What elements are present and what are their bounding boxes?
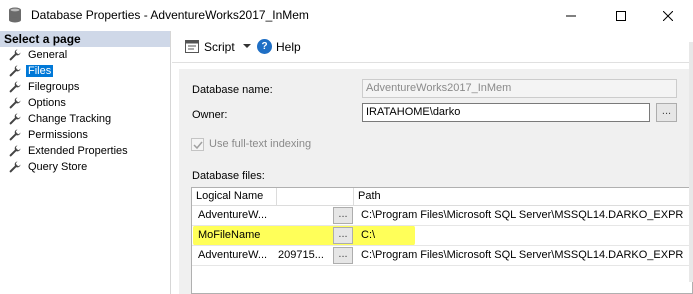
- toolbar: Script ? Help: [172, 31, 693, 63]
- title-bar: Database Properties - AdventureWorks2017…: [0, 0, 693, 31]
- sidebar-item-label: Files: [26, 65, 54, 77]
- wrench-icon: [9, 97, 21, 109]
- sidebar-item-label: Options: [28, 97, 66, 109]
- wrench-icon: [9, 113, 21, 125]
- help-button[interactable]: Help: [276, 40, 301, 54]
- logical-name-cell[interactable]: AdventureW...: [192, 246, 277, 266]
- help-icon[interactable]: ?: [257, 39, 272, 54]
- close-icon: [663, 10, 673, 21]
- sidebar-item-label: Extended Properties: [28, 145, 128, 157]
- page-list: General Files Filegroups Options Change Trac…: [0, 47, 170, 175]
- table-row[interactable]: AdventureW...... C:\Program Files\Microso…: [192, 206, 692, 226]
- size-cell[interactable]: 209715...: [272, 246, 334, 266]
- checkmark-icon: [193, 141, 203, 150]
- sidebar-item-change-tracking[interactable]: Change Tracking: [0, 111, 170, 127]
- logical-name-cell[interactable]: MoFileName: [192, 226, 277, 246]
- table-row[interactable]: MoFileName... C:\: [192, 226, 692, 246]
- window-title: Database Properties - AdventureWorks2017…: [31, 8, 309, 22]
- sidebar-item-options[interactable]: Options: [0, 95, 170, 111]
- size-cell[interactable]: [272, 206, 334, 226]
- wrench-icon: [9, 129, 21, 141]
- size-cell[interactable]: [272, 226, 334, 246]
- sidebar-item-files[interactable]: Files: [0, 63, 170, 79]
- column-header-logical-name[interactable]: Logical Name: [192, 188, 277, 206]
- path-browse-button[interactable]: ...: [333, 247, 353, 264]
- column-header-path[interactable]: Path: [354, 188, 692, 206]
- sidebar-item-permissions[interactable]: Permissions: [0, 127, 170, 143]
- wrench-icon: [9, 161, 21, 173]
- fulltext-checkbox: [191, 138, 204, 151]
- sidebar-item-label: Change Tracking: [28, 113, 112, 125]
- logical-name-cell[interactable]: AdventureW...: [192, 206, 277, 226]
- page-selector-pane: Select a page General Files Filegroups Opti…: [0, 31, 171, 294]
- sidebar-item-extended-properties[interactable]: Extended Properties: [0, 143, 170, 159]
- database-files-label: Database files:: [192, 170, 265, 182]
- path-cell[interactable]: C:\Program Files\Microsoft SQL Server\MS…: [355, 246, 692, 266]
- close-button[interactable]: [645, 0, 691, 31]
- wrench-icon: [9, 145, 21, 157]
- grid-header: Logical Name Path: [192, 188, 692, 206]
- column-header-blank[interactable]: [277, 188, 354, 206]
- minimize-button[interactable]: [548, 0, 594, 31]
- owner-browse-button[interactable]: ...: [656, 103, 677, 122]
- table-row[interactable]: AdventureW... 209715...... C:\Program File…: [192, 246, 692, 266]
- fulltext-label: Use full-text indexing: [209, 138, 312, 150]
- maximize-icon: [616, 10, 626, 21]
- select-page-header: Select a page: [0, 31, 170, 47]
- owner-label: Owner:: [192, 109, 228, 121]
- database-icon: [9, 7, 21, 23]
- sidebar-item-filegroups[interactable]: Filegroups: [0, 79, 170, 95]
- path-browse-button[interactable]: ...: [333, 227, 353, 244]
- script-button[interactable]: Script: [204, 40, 235, 54]
- sidebar-item-label: General: [28, 49, 68, 61]
- wrench-icon: [9, 81, 21, 93]
- path-cell[interactable]: C:\: [355, 226, 692, 246]
- owner-field[interactable]: IRATAHOME\darko: [362, 103, 650, 122]
- sidebar-item-label: Query Store: [28, 161, 88, 173]
- scrollbar[interactable]: [689, 42, 693, 282]
- sidebar-item-query-store[interactable]: Query Store: [0, 159, 170, 175]
- minimize-icon: [566, 15, 576, 16]
- sidebar-item-general[interactable]: General: [0, 47, 170, 63]
- path-cell[interactable]: C:\Program Files\Microsoft SQL Server\MS…: [355, 206, 692, 226]
- sidebar-item-label: Permissions: [28, 129, 88, 141]
- sidebar-item-label: Filegroups: [28, 81, 80, 93]
- wrench-icon: [9, 65, 21, 77]
- wrench-icon: [9, 49, 21, 61]
- maximize-button[interactable]: [598, 0, 644, 31]
- database-name-field: AdventureWorks2017_InMem: [362, 79, 677, 98]
- script-icon: [185, 40, 199, 53]
- path-browse-button[interactable]: ...: [333, 207, 353, 224]
- chevron-down-icon[interactable]: [241, 40, 253, 52]
- database-name-label: Database name:: [192, 84, 273, 96]
